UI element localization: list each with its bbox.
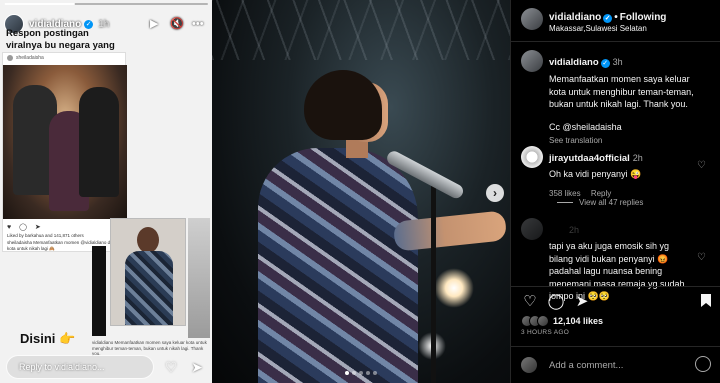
comment-avatar[interactable] [521,146,543,168]
like-comment-icon[interactable]: ♡ [697,160,706,171]
post-username[interactable]: vidialdiano [549,12,601,23]
story-screenshot-card: sheiladaisha ♥ ◯ ➤ Liked by barkahua and… [2,52,127,252]
card-liked-by: Liked by barkahua and 141,871 others [7,233,84,238]
wedding-photo [3,65,127,219]
caption-time: 3h [612,57,623,67]
share-icon[interactable]: ➤ [573,293,591,311]
post-author-avatar[interactable] [521,8,543,30]
card-action-icons: ♥ ◯ ➤ [7,224,44,231]
comment-time: 2h [569,225,580,235]
verified-icon: ✓ [603,14,613,23]
comment-avatar[interactable] [521,218,543,240]
concert-thumbnail [110,218,186,326]
play-icon[interactable]: ▶ [150,12,158,36]
heart-icon[interactable]: ♡ [521,293,539,311]
heart-icon[interactable]: ♡ [162,358,180,376]
post-panel: vidialdiano ✓ • Following Makassar,Sulawesi… [510,0,720,383]
card-caption: sheiladaisha Memanfaatkan momen @vidiald… [7,240,120,251]
post-actions: ♡ ◯ ➤ [511,286,720,316]
user-avatar [521,357,537,373]
reply-button[interactable]: Reply [591,189,611,198]
story-progress-bar [4,3,208,5]
post-header: vidialdiano ✓ • Following Makassar,Sulawesi… [511,0,720,42]
see-translation-link[interactable]: See translation [549,136,715,145]
comment-text: Oh ka vidi penyanyi 😜 [549,169,642,179]
next-arrow-icon[interactable]: › [486,184,504,202]
mute-icon[interactable]: 🔇 [170,12,184,36]
caption-avatar[interactable] [521,50,543,72]
like-comment-icon[interactable]: ♡ [697,252,706,263]
add-comment-input[interactable] [549,357,679,373]
comment-username[interactable]: jirayutdaa4official [549,153,630,164]
post-timestamp: 3 HOURS AGO [521,329,570,336]
comment-time: 2h [632,153,643,163]
verified-icon: ✓ [600,59,610,68]
story-side-strip [188,218,210,338]
post-photo[interactable]: › [212,0,510,383]
following-button[interactable]: Following [620,12,667,23]
caption-username[interactable]: vidialdiano [549,57,599,68]
likes-count[interactable]: 12,104 likes [553,316,603,326]
add-comment-bar [511,346,720,383]
story-viewer[interactable]: vidialdiano ✓ 1h ▶ 🔇 ••• Respon postinga… [0,0,212,383]
carousel-dots [212,371,510,375]
likes-row[interactable]: 12,104 likes [521,314,603,328]
comment-icon[interactable]: ◯ [547,293,565,311]
card-username: sheiladaisha [16,55,44,61]
comment-likes[interactable]: 358 likes [549,189,581,198]
story-dark-strip [92,246,106,336]
view-replies-link[interactable]: View all 47 replies [557,198,643,207]
emoji-picker-icon[interactable] [695,356,711,372]
bookmark-icon[interactable] [697,293,715,311]
more-icon[interactable]: ••• [192,12,204,36]
post-location[interactable]: Makassar,Sulawesi Selatan [549,24,647,33]
caption-text: Memanfaatkan momen saya keluar kota untu… [549,74,694,132]
story-disini-text: Disini 👉 [20,331,76,346]
send-icon[interactable]: ➤ [188,358,206,376]
story-reply-input[interactable]: Reply to vidialdiano... [6,355,154,379]
